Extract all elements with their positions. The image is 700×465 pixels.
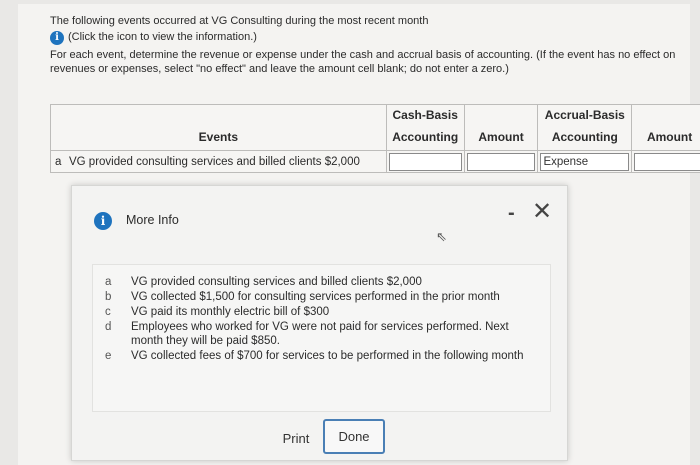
accrual-amount-cell xyxy=(631,150,700,173)
mouse-cursor-icon: ⇖ xyxy=(436,229,447,244)
list-item: d Employees who worked for VG were not pa… xyxy=(105,321,509,347)
info-icon[interactable]: i xyxy=(50,30,64,45)
info-icon: i xyxy=(94,212,112,230)
print-button[interactable]: Print xyxy=(272,423,320,453)
header-cash-amount: Amount xyxy=(463,104,539,151)
events-table: Events Cash-Basis Accounting Amount Accr… xyxy=(50,104,700,173)
list-item: c VG paid its monthly electric bill of $3… xyxy=(105,306,330,318)
close-button[interactable]: ✕ xyxy=(532,197,552,226)
cash-amount-cell xyxy=(463,150,539,173)
header-accrual-basis: Accrual-Basis Accounting xyxy=(537,104,633,151)
intro-text: The following events occurred at VG Cons… xyxy=(50,14,428,45)
cash-amount-input[interactable] xyxy=(466,152,536,171)
list-item: e VG collected fees of $700 for services … xyxy=(105,350,524,362)
accrual-amount-input[interactable] xyxy=(634,152,700,171)
intro-line: The following events occurred at VG Cons… xyxy=(50,15,429,27)
info-panel: a VG provided consulting services and bil… xyxy=(92,264,551,412)
header-events: Events xyxy=(50,104,387,151)
minimize-button[interactable]: - xyxy=(508,202,515,225)
list-item: a VG provided consulting services and bil… xyxy=(105,276,422,288)
click-hint: (Click the icon to view the information.… xyxy=(68,31,257,43)
table-row: a VG provided consulting services and bil… xyxy=(50,150,700,173)
event-cell: a VG provided consulting services and bil… xyxy=(50,150,387,173)
accrual-basis-cell: Expense xyxy=(537,150,633,173)
header-accrual-amount: Amount xyxy=(631,104,700,151)
done-button[interactable]: Done xyxy=(323,419,385,454)
info-list: a VG provided consulting services and bil… xyxy=(93,275,550,364)
instructions: For each event, determine the revenue or… xyxy=(50,49,676,75)
intro-hint-row: i (Click the icon to view the informatio… xyxy=(50,30,428,45)
cash-basis-select[interactable] xyxy=(388,152,462,171)
accrual-basis-select[interactable]: Expense xyxy=(540,152,630,171)
table-header-row: Events Cash-Basis Accounting Amount Accr… xyxy=(50,104,700,151)
more-info-dialog: i More Info - ✕ ⇖ a VG provided consultin… xyxy=(71,185,568,461)
list-item: b VG collected $1,500 for consulting serv… xyxy=(105,291,500,303)
dialog-title: More Info xyxy=(126,213,179,227)
header-cash-basis: Cash-Basis Accounting xyxy=(385,104,465,151)
cash-basis-cell xyxy=(385,150,465,173)
